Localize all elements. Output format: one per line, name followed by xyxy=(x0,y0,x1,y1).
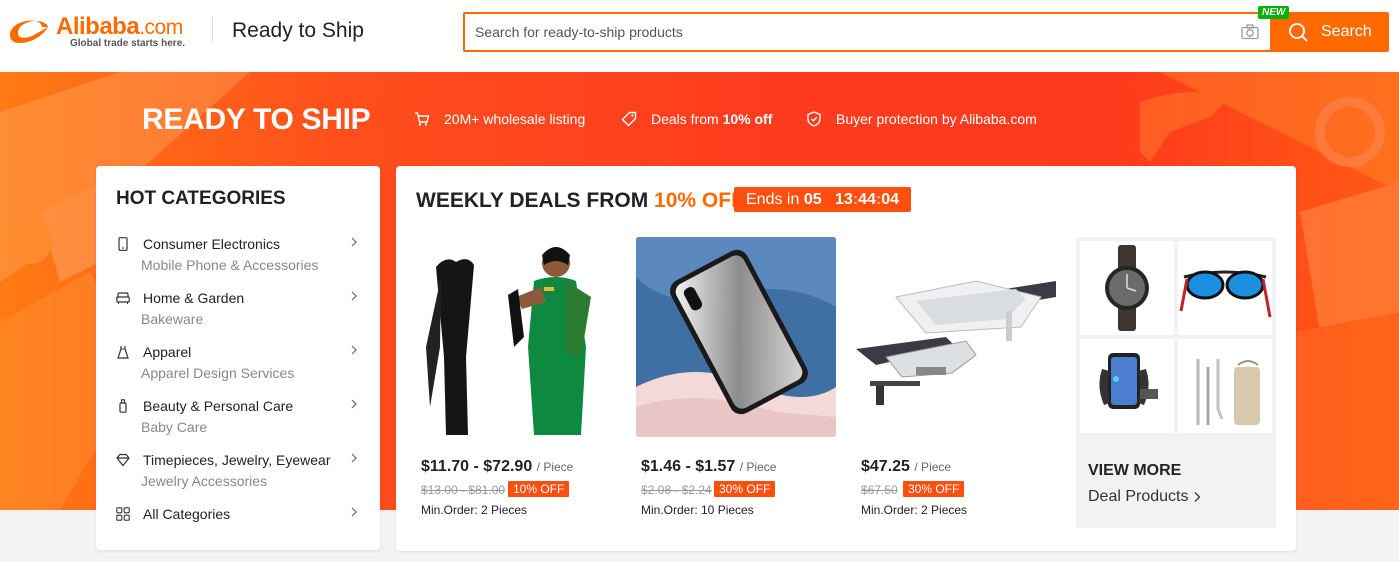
min-order: Min.Order: 2 Pieces xyxy=(861,503,968,517)
deal-product-card[interactable]: $47.25 / Piece $67.50 30% OFF Min.Order:… xyxy=(856,237,1056,517)
category-all[interactable]: All Categories xyxy=(116,506,360,526)
category-timepieces-jewelry[interactable]: Timepieces, Jewelry, Eyewear Jewelry Acc… xyxy=(116,452,360,498)
countdown-label: Ends in xyxy=(746,191,800,208)
phone-icon xyxy=(118,237,128,251)
original-price: $67.50 xyxy=(861,483,898,497)
min-order: Min.Order: 10 Pieces xyxy=(641,503,754,517)
discount-badge: 10% OFF xyxy=(508,481,570,497)
banner-title: READY TO SHIP xyxy=(142,103,371,136)
sofa-icon xyxy=(116,292,130,304)
feature-deals: Deals from 10% off xyxy=(621,111,772,127)
min-order: Min.Order: 2 Pieces xyxy=(421,503,528,517)
category-home-garden[interactable]: Home & Garden Bakeware xyxy=(116,290,360,336)
weekly-deals-heading: WEEKLY DEALS FROM 10% OFF xyxy=(416,189,744,212)
chevron-right-icon xyxy=(351,237,357,247)
category-sub-link[interactable]: Mobile Phone & Accessories xyxy=(141,257,318,273)
category-beauty[interactable]: Beauty & Personal Care Baby Care xyxy=(116,398,360,444)
new-badge: NEW xyxy=(1258,6,1290,19)
metal-straws-image[interactable] xyxy=(1178,339,1272,433)
weekly-deals-panel: WEEKLY DEALS FROM 10% OFF Ends in 05 13:… xyxy=(396,166,1296,551)
mirror-phone-case-image[interactable] xyxy=(636,237,836,437)
category-sub-link[interactable]: Apparel Design Services xyxy=(141,365,294,381)
product-price: $11.70 - $72.90 / Piece xyxy=(421,458,574,475)
view-more-label: VIEW MORE xyxy=(1088,462,1182,479)
category-label[interactable]: All Categories xyxy=(143,506,230,522)
original-price: $2.08 - $2.24 xyxy=(641,483,712,497)
deal-product-card[interactable]: $1.46 - $1.57 / Piece $2.08 - $2.24 30% … xyxy=(636,237,836,517)
discount-badge: 30% OFF xyxy=(903,481,965,497)
tag-icon xyxy=(621,111,637,127)
chevron-right-icon xyxy=(351,345,357,355)
product-price: $47.25 / Piece xyxy=(861,458,952,475)
deal-product-card[interactable]: $11.70 - $72.90 / Piece $13.00 - $81.00 … xyxy=(416,237,616,517)
hair-extensions-image[interactable] xyxy=(416,237,616,437)
bottle-icon xyxy=(119,399,127,413)
wooden-watch-image[interactable] xyxy=(1080,241,1174,335)
original-price: $13.00 - $81.00 xyxy=(421,483,506,497)
sunglasses-image[interactable] xyxy=(1178,241,1272,335)
deal-products-link[interactable]: Deal Products xyxy=(1088,488,1201,506)
product-price: $1.46 - $1.57 / Piece xyxy=(641,458,777,475)
chevron-right-icon xyxy=(351,399,357,409)
search-input[interactable] xyxy=(463,12,1270,52)
category-sub-link[interactable]: Jewelry Accessories xyxy=(141,473,267,489)
feature-protection: Buyer protection by Alibaba.com xyxy=(806,111,1037,127)
shield-icon xyxy=(807,111,821,127)
cart-icon xyxy=(415,112,430,126)
camera-icon[interactable] xyxy=(1241,24,1259,40)
search-icon xyxy=(1289,23,1308,42)
top-header: Alibaba.com Global trade starts here. Re… xyxy=(0,0,1399,72)
category-sub-link[interactable]: Bakeware xyxy=(141,311,203,327)
chevron-right-icon xyxy=(351,291,357,301)
category-label[interactable]: Timepieces, Jewelry, Eyewear xyxy=(143,452,331,468)
search-bar: NEW Search xyxy=(463,6,1389,52)
chevron-right-icon xyxy=(351,507,357,517)
grid-icon xyxy=(116,507,130,521)
view-more-card[interactable]: VIEW MORE Deal Products xyxy=(1076,237,1276,528)
category-label[interactable]: Apparel xyxy=(143,344,191,360)
feature-wholesale-text: 20M+ wholesale listing xyxy=(444,111,586,127)
category-consumer-electronics[interactable]: Consumer Electronics Mobile Phone & Acce… xyxy=(116,236,360,282)
phone-car-mount-image[interactable] xyxy=(1080,339,1174,433)
feature-deals-text: Deals from 10% off xyxy=(651,111,773,127)
diamond-icon xyxy=(116,453,130,467)
alibaba-logo[interactable]: Alibaba.com Global trade starts here. xyxy=(6,13,196,53)
countdown-hours: 13 xyxy=(834,191,853,208)
header-divider xyxy=(212,17,213,43)
countdown-minutes: 44 xyxy=(858,191,876,208)
category-sub-link[interactable]: Baby Care xyxy=(141,419,207,435)
category-label[interactable]: Beauty & Personal Care xyxy=(143,398,293,414)
feature-protection-text: Buyer protection by Alibaba.com xyxy=(836,111,1037,127)
discount-badge: 30% OFF xyxy=(714,481,776,497)
alibaba-logo-icon xyxy=(10,20,48,43)
solar-street-light-image[interactable] xyxy=(856,237,1056,437)
category-label[interactable]: Home & Garden xyxy=(143,290,244,306)
chevron-right-icon xyxy=(351,453,357,463)
countdown-seconds: 04 xyxy=(881,191,900,208)
category-label[interactable]: Consumer Electronics xyxy=(143,236,280,252)
search-button-label: Search xyxy=(1321,23,1372,40)
logo-tagline: Global trade starts here. xyxy=(70,38,186,49)
page-title[interactable]: Ready to Ship xyxy=(232,19,364,43)
countdown-timer: Ends in 05 13:44:04 xyxy=(734,187,912,212)
hot-categories-heading: HOT CATEGORIES xyxy=(116,188,286,209)
category-apparel[interactable]: Apparel Apparel Design Services xyxy=(116,344,360,390)
chevron-right-icon xyxy=(1194,492,1200,502)
dress-icon xyxy=(117,346,129,359)
feature-wholesale: 20M+ wholesale listing xyxy=(414,111,585,127)
logo-wordmark: Alibaba.com xyxy=(56,13,183,40)
countdown-days: 05 xyxy=(803,191,822,208)
hot-categories-panel: HOT CATEGORIES Consumer Electronics Mobi… xyxy=(96,166,380,550)
